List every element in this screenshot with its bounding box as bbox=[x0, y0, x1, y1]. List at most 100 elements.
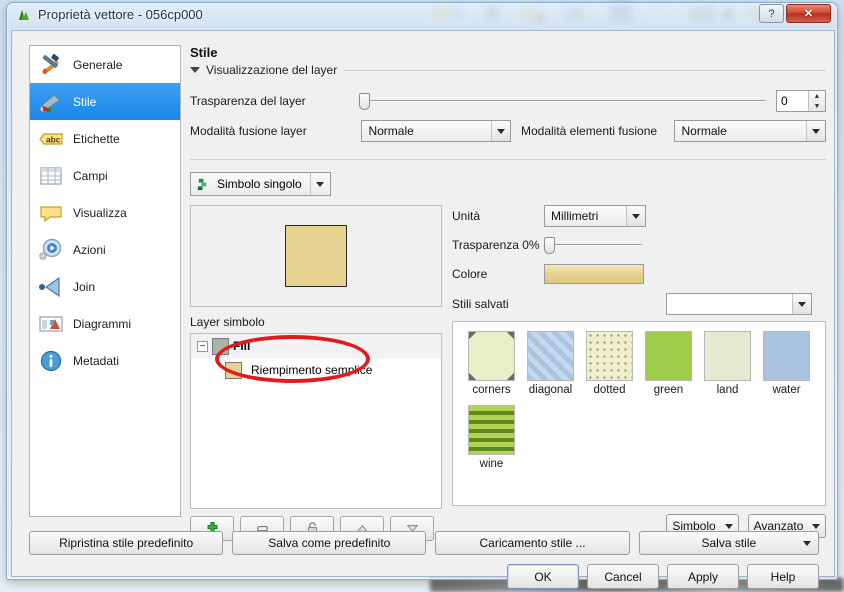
spin-arrows[interactable]: ▲ ▼ bbox=[808, 91, 825, 111]
paintbrush-icon bbox=[38, 89, 64, 115]
info-icon bbox=[38, 348, 64, 374]
qgis-layer-icon bbox=[19, 10, 29, 20]
renderer-row: Simbolo singolo bbox=[190, 172, 826, 196]
transparency-spinbox[interactable]: ▲ ▼ bbox=[776, 90, 826, 112]
swatch-label: corners bbox=[472, 384, 511, 396]
style-swatch-diagonal[interactable]: diagonal bbox=[521, 331, 580, 396]
style-actions-row: Ripristina stile predefinito Salva come … bbox=[29, 531, 819, 555]
unit-value: Millimetri bbox=[551, 209, 599, 223]
symbol-preview-swatch bbox=[285, 225, 347, 287]
chevron-down-icon bbox=[309, 173, 330, 195]
slider-knob[interactable] bbox=[544, 237, 555, 254]
saved-styles-combo[interactable] bbox=[666, 293, 812, 315]
help-button[interactable]: Help bbox=[747, 564, 819, 589]
slider-track bbox=[544, 244, 642, 246]
swatch-label: wine bbox=[479, 458, 504, 470]
ok-button[interactable]: OK bbox=[507, 564, 579, 589]
transparency-label: Trasparenza del layer bbox=[190, 94, 306, 108]
spin-down-icon[interactable]: ▼ bbox=[809, 101, 825, 111]
sidebar-item-label: Stile bbox=[73, 94, 97, 109]
tree-row[interactable]: − Fill bbox=[191, 334, 441, 358]
restore-default-style-button[interactable]: Ripristina stile predefinito bbox=[29, 531, 224, 555]
apply-button[interactable]: Apply bbox=[667, 564, 739, 589]
feature-blend-combo[interactable]: Normale bbox=[674, 120, 826, 142]
sidebar-item-campi[interactable]: Campi bbox=[30, 157, 180, 194]
close-button[interactable]: ✕ bbox=[786, 4, 831, 23]
join-arrow-icon bbox=[38, 274, 64, 300]
speech-bubble-icon bbox=[38, 200, 64, 226]
swatch-label: water bbox=[772, 384, 801, 396]
layer-rendering-group: Visualizzazione del layer Trasparenza de… bbox=[190, 63, 826, 160]
chevron-down-icon bbox=[724, 523, 733, 529]
single-symbol-icon bbox=[191, 177, 213, 192]
chevron-down-icon bbox=[812, 523, 821, 529]
save-as-default-button[interactable]: Salva come predefinito bbox=[232, 531, 427, 555]
window-title: Proprietà vettore - 056cp000 bbox=[38, 7, 203, 22]
swatch-label: green bbox=[653, 384, 684, 396]
spin-up-icon[interactable]: ▲ bbox=[809, 91, 825, 101]
sidebar-item-visualizza[interactable]: Visualizza bbox=[30, 194, 180, 231]
slider-knob[interactable] bbox=[359, 93, 371, 110]
save-style-button[interactable]: Salva stile bbox=[638, 531, 819, 555]
layer-color-swatch bbox=[225, 361, 242, 379]
symbol-transparency-slider[interactable] bbox=[544, 236, 642, 254]
swatch-tile bbox=[468, 405, 515, 455]
chevron-down-icon bbox=[190, 67, 200, 73]
layer-blend-combo[interactable]: Normale bbox=[361, 120, 511, 142]
expander-icon[interactable]: − bbox=[197, 340, 208, 352]
slider-track bbox=[359, 100, 766, 102]
swatch-tile bbox=[704, 331, 751, 381]
dialog-client-area: Generale Stile abc Etichette Campi Visua… bbox=[11, 30, 835, 589]
sidebar-item-label: Join bbox=[73, 279, 96, 294]
tree-node-label: Riempimento semplice bbox=[251, 363, 373, 377]
window-controls: ? ✕ bbox=[759, 4, 831, 23]
chevron-down-icon bbox=[803, 541, 811, 546]
swatch-label: dotted bbox=[593, 384, 626, 396]
layer-blend-label: Modalità fusione layer bbox=[190, 124, 307, 138]
title-bar: Proprietà vettore - 056cp000 ? ✕ bbox=[7, 3, 837, 29]
swatch-tile bbox=[763, 331, 810, 381]
style-swatch-land[interactable]: land bbox=[698, 331, 757, 396]
sidebar-item-diagrammi[interactable]: Diagrammi bbox=[30, 305, 180, 342]
style-swatch-green[interactable]: green bbox=[639, 331, 698, 396]
chevron-down-icon bbox=[490, 121, 510, 141]
swatch-tile bbox=[527, 331, 574, 381]
cancel-button[interactable]: Cancel bbox=[587, 564, 659, 589]
sidebar-item-join[interactable]: Join bbox=[30, 268, 180, 305]
layer-rendering-group-header[interactable]: Visualizzazione del layer bbox=[190, 63, 345, 77]
diagram-icon bbox=[38, 311, 64, 337]
symbol-layers-section: Layer simbolo − Fill Riempimento semplic… bbox=[190, 315, 442, 541]
action-play-icon bbox=[38, 237, 64, 263]
abc-label-icon: abc bbox=[38, 126, 64, 152]
style-swatch-water[interactable]: water bbox=[757, 331, 816, 396]
symbol-layers-label: Layer simbolo bbox=[190, 315, 265, 329]
unit-row: Unità Millimetri bbox=[452, 205, 826, 227]
style-swatch-dotted[interactable]: dotted bbox=[580, 331, 639, 396]
unit-combo[interactable]: Millimetri bbox=[544, 205, 646, 227]
table-icon bbox=[38, 163, 64, 189]
transparency-input[interactable] bbox=[777, 91, 808, 111]
layer-transparency-slider[interactable] bbox=[359, 92, 766, 110]
page-title: Stile bbox=[190, 45, 218, 60]
sidebar-item-label: Azioni bbox=[73, 242, 106, 257]
tree-row[interactable]: Riempimento semplice bbox=[191, 358, 441, 382]
renderer-combo[interactable]: Simbolo singolo bbox=[190, 172, 331, 196]
help-button[interactable]: ? bbox=[759, 4, 784, 23]
swatch-tile bbox=[645, 331, 692, 381]
load-style-button[interactable]: Caricamento stile ... bbox=[435, 531, 630, 555]
symbol-layer-tree[interactable]: − Fill Riempimento semplice bbox=[190, 333, 442, 509]
symbol-editor-area: Layer simbolo − Fill Riempimento semplic… bbox=[190, 205, 826, 541]
layer-blend-value: Normale bbox=[368, 124, 414, 138]
blend-modes-row: Modalità fusione layer Normale Modalità … bbox=[190, 119, 826, 143]
tree-node-label: Fill bbox=[233, 339, 251, 353]
sidebar-item-stile[interactable]: Stile bbox=[30, 83, 180, 120]
sidebar-item-azioni[interactable]: Azioni bbox=[30, 231, 180, 268]
style-swatch-list[interactable]: corners diagonal dotted green land water wine bbox=[452, 321, 826, 506]
style-swatch-wine[interactable]: wine bbox=[462, 405, 521, 470]
sidebar-item-etichette[interactable]: abc Etichette bbox=[30, 120, 180, 157]
sidebar-item-generale[interactable]: Generale bbox=[30, 46, 180, 83]
color-picker-button[interactable] bbox=[544, 264, 644, 284]
settings-sidebar: Generale Stile abc Etichette Campi Visua… bbox=[29, 45, 181, 517]
style-swatch-corners[interactable]: corners bbox=[462, 331, 521, 396]
sidebar-item-metadati[interactable]: Metadati bbox=[30, 342, 180, 379]
